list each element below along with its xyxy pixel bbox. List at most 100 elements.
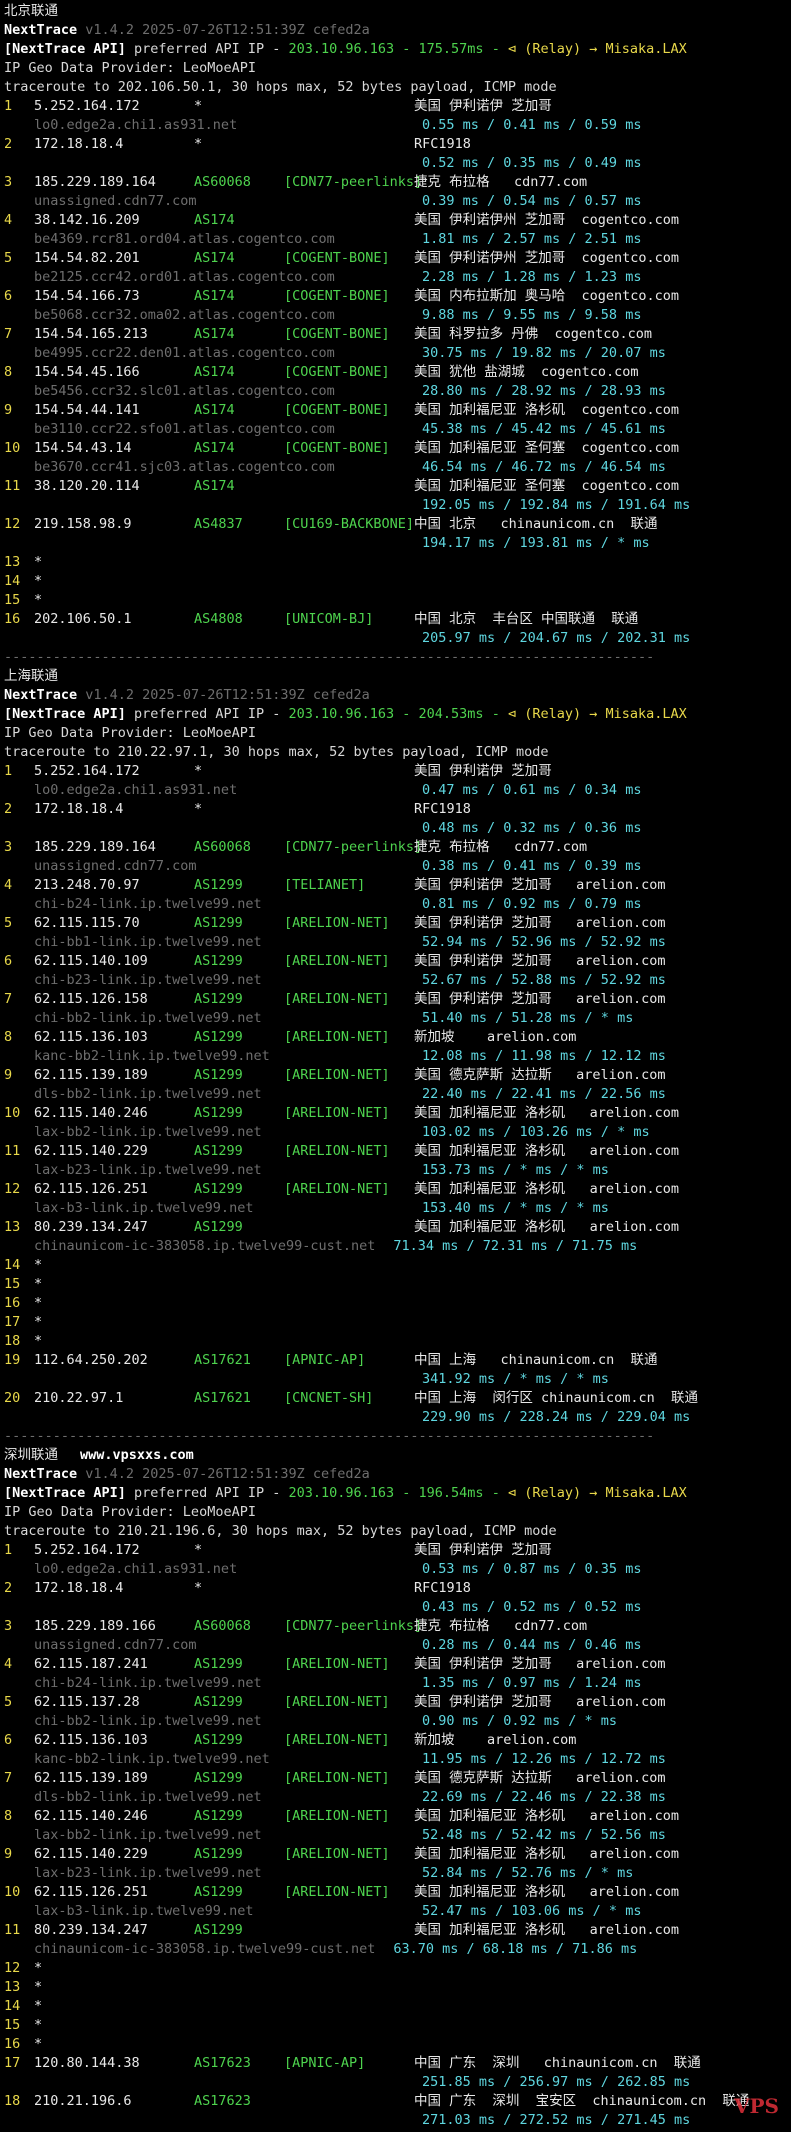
hop-number: 9: [4, 1846, 13, 1862]
hop-hostname: chi-bb2-link.ip.twelve99.net: [34, 1713, 262, 1729]
hop-asn: AS17623: [194, 2093, 251, 2109]
hop-geo: 美国 科罗拉多 丹佛 cogentco.com: [414, 326, 653, 342]
hop-rtt: 0.90 ms / 0.92 ms / * ms: [422, 1713, 618, 1729]
hop-detail-row: lax-b23-link.ip.twelve99.net 52.84 ms / 5…: [4, 1864, 787, 1883]
hop-number: 19: [4, 1352, 21, 1368]
hop-geo: RFC1918: [414, 801, 471, 817]
hop-row: 13 *: [4, 553, 787, 572]
api-line: [NextTrace API] preferred API IP - 203.1…: [4, 1484, 787, 1503]
hop-tag: [CDN77-peerlinks]: [284, 174, 423, 190]
hop-geo: 美国 伊利诺伊 芝加哥 arelion.com: [414, 1694, 666, 1710]
hop-tag: [ARELION-NET]: [284, 1808, 390, 1824]
hop-geo: 美国 内布拉斯加 奥马哈 cogentco.com: [414, 288, 680, 304]
hop-asn: AS1299: [194, 1029, 243, 1045]
hop-asn: AS1299: [194, 1067, 243, 1083]
hop-tag: [ARELION-NET]: [284, 1105, 390, 1121]
traceroute-line: traceroute to 202.106.50.1, 30 hops max,…: [4, 79, 557, 95]
hop-detail-row: be5068.ccr32.oma02.atlas.cogentco.com 9.8…: [4, 306, 787, 325]
hop-asn: AS1299: [194, 1219, 243, 1235]
hop-ip: 213.248.70.97: [34, 877, 140, 893]
hop-number: 9: [4, 402, 13, 418]
hop-rtt: 46.54 ms / 46.72 ms / 46.54 ms: [422, 459, 666, 475]
section-site-url: www.vpsxxs.com: [80, 1447, 194, 1463]
hop-detail-row: lo0.edge2a.chi1.as931.net 0.55 ms / 0.41 …: [4, 116, 787, 135]
hop-number: 12: [4, 1181, 21, 1197]
hop-geo: 捷克 布拉格 cdn77.com: [414, 839, 588, 855]
hop-rtt: 153.40 ms / * ms / * ms: [422, 1200, 609, 1216]
version-line: NextTrace v1.4.2 2025-07-26T12:51:39Z ce…: [4, 686, 787, 705]
hop-row: 13 *: [4, 1978, 787, 1997]
hop-detail-row: chinaunicom-ic-383058.ip.twelve99-cust.n…: [4, 1940, 787, 1959]
hop-number: 20: [4, 1390, 21, 1406]
hop-ip: *: [34, 2036, 43, 2052]
hop-number: 8: [4, 1808, 13, 1824]
hop-number: 5: [4, 1694, 13, 1710]
hop-detail-row: 271.03 ms / 272.52 ms / 271.45 ms: [4, 2111, 787, 2130]
hop-row: 11 62.115.140.229 AS1299 [ARELION-NET] 美国 加利…: [4, 1142, 787, 1161]
hop-row: 3 185.229.189.164 AS60068 [CDN77-peerlinks]…: [4, 173, 787, 192]
hop-rtt: 9.88 ms / 9.55 ms / 9.58 ms: [422, 307, 642, 323]
hop-number: 15: [4, 2017, 21, 2033]
hop-geo: 美国 伊利诺伊 芝加哥 arelion.com: [414, 877, 666, 893]
hop-number: 8: [4, 1029, 13, 1045]
hop-geo: 美国 德克萨斯 达拉斯 arelion.com: [414, 1770, 666, 1786]
api-ip: 203.10.96.163: [288, 706, 395, 722]
hop-asn: AS1299: [194, 1105, 243, 1121]
hop-detail-row: 341.92 ms / * ms / * ms: [4, 1370, 787, 1389]
hop-row: 15 *: [4, 591, 787, 610]
hop-row: 7 62.115.139.189 AS1299 [ARELION-NET] 美国 德克萨…: [4, 1769, 787, 1788]
hop-detail-row: lax-bb2-link.ip.twelve99.net 103.02 ms / …: [4, 1123, 787, 1142]
hop-number: 6: [4, 953, 13, 969]
hop-hostname: kanc-bb2-link.ip.twelve99.net: [34, 1751, 270, 1767]
hop-rtt: 71.34 ms / 72.31 ms / 71.75 ms: [393, 1238, 638, 1254]
hop-asn: AS174: [194, 250, 235, 266]
hop-tag: [ARELION-NET]: [284, 1884, 390, 1900]
hop-ip: 5.252.164.172: [34, 763, 140, 779]
hop-rtt: 153.73 ms / * ms / * ms: [422, 1162, 609, 1178]
hop-ip: *: [34, 573, 43, 589]
hop-rtt: 0.48 ms / 0.32 ms / 0.36 ms: [422, 820, 642, 836]
hop-rtt: 52.47 ms / 103.06 ms / * ms: [422, 1903, 642, 1919]
hop-detail-row: lax-b23-link.ip.twelve99.net 153.73 ms / …: [4, 1161, 787, 1180]
hop-asn: AS60068: [194, 839, 251, 855]
hop-ip: 185.229.189.164: [34, 174, 156, 190]
hop-row: 13 80.239.134.247 AS1299 美国 加利福尼亚 洛杉矶 areli…: [4, 1218, 787, 1237]
hop-detail-row: be4369.rcr81.ord04.atlas.cogentco.com 1.8…: [4, 230, 787, 249]
hop-ip: 185.229.189.166: [34, 1618, 156, 1634]
hop-rtt: 251.85 ms / 256.97 ms / 262.85 ms: [422, 2074, 691, 2090]
hop-hostname: lo0.edge2a.chi1.as931.net: [34, 1561, 238, 1577]
hop-number: 5: [4, 250, 13, 266]
hop-row: 17 120.80.144.38 AS17623 [APNIC-AP] 中国 广东 深圳…: [4, 2054, 787, 2073]
hop-detail-row: unassigned.cdn77.com 0.28 ms / 0.44 ms / …: [4, 1636, 787, 1655]
hop-hostname: lax-b23-link.ip.twelve99.net: [34, 1865, 262, 1881]
hop-tag: [COGENT-BONE]: [284, 326, 390, 342]
hop-geo: 美国 加利福尼亚 洛杉矶 arelion.com: [414, 1884, 680, 1900]
hop-detail-row: lo0.edge2a.chi1.as931.net 0.53 ms / 0.87 …: [4, 1560, 787, 1579]
hop-hostname: lo0.edge2a.chi1.as931.net: [34, 117, 238, 133]
hop-asn: *: [194, 763, 203, 779]
hop-asn: AS4837: [194, 516, 243, 532]
section-title: 深圳联通 www.vpsxxs.com: [4, 1446, 787, 1465]
hop-rtt: 22.69 ms / 22.46 ms / 22.38 ms: [422, 1789, 666, 1805]
hop-row: 4 213.248.70.97 AS1299 [TELIANET] 美国 伊利诺伊 芝加…: [4, 876, 787, 895]
api-line: [NextTrace API] preferred API IP - 203.1…: [4, 705, 787, 724]
relay-info: ⊲ (Relay) → Misaka.LAX: [507, 41, 687, 57]
hop-row: 16 202.106.50.1 AS4808 [UNICOM-BJ] 中国 北京 丰台区…: [4, 610, 787, 629]
hop-number: 7: [4, 326, 13, 342]
hop-ip: 62.115.126.251: [34, 1884, 148, 1900]
hop-geo: 美国 伊利诺伊州 芝加哥 cogentco.com: [414, 212, 680, 228]
hop-number: 6: [4, 1732, 13, 1748]
hop-ip: 210.21.196.6: [34, 2093, 132, 2109]
hop-hostname: be3670.ccr41.sjc03.atlas.cogentco.com: [34, 459, 335, 475]
hop-ip: 38.120.20.114: [34, 478, 140, 494]
hop-hostname: be5068.ccr32.oma02.atlas.cogentco.com: [34, 307, 335, 323]
hop-number: 5: [4, 915, 13, 931]
hop-row: 15 *: [4, 2016, 787, 2035]
hop-detail-row: chi-b23-link.ip.twelve99.net 52.67 ms / 5…: [4, 971, 787, 990]
hop-geo: 美国 伊利诺伊 芝加哥 arelion.com: [414, 991, 666, 1007]
relay-info: ⊲ (Relay) → Misaka.LAX: [507, 706, 687, 722]
geo-provider-line: IP Geo Data Provider: LeoMoeAPI: [4, 725, 256, 741]
api-latency: - 175.57ms -: [394, 41, 508, 57]
hop-asn: AS1299: [194, 915, 243, 931]
hop-geo: 美国 加利福尼亚 洛杉矶 arelion.com: [414, 1143, 680, 1159]
